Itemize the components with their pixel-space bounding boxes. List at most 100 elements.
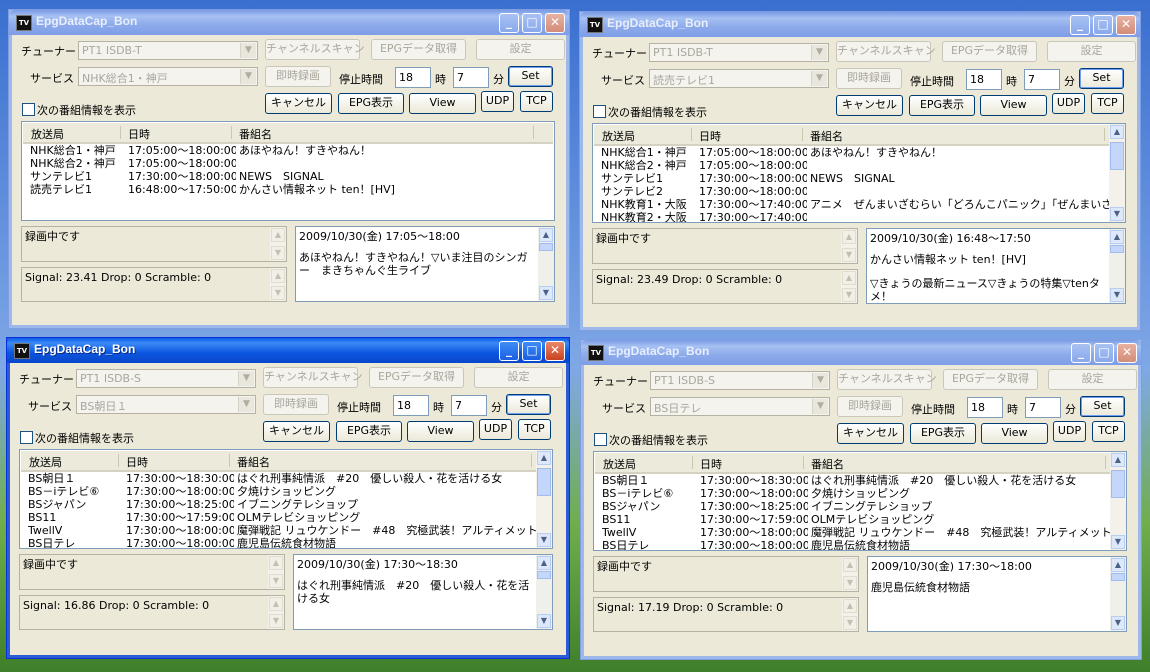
- udp-button[interactable]: UDP: [481, 91, 514, 112]
- epg-get-button[interactable]: EPGデータ取得: [371, 39, 466, 60]
- tcp-button[interactable]: TCP: [1092, 421, 1125, 442]
- col-program-header[interactable]: 番組名: [810, 128, 843, 144]
- column-divider[interactable]: [533, 126, 534, 139]
- cancel-button[interactable]: キャンセル: [265, 93, 332, 114]
- scroll-down-icon[interactable]: ▼: [269, 574, 283, 588]
- set-button[interactable]: Set: [506, 394, 551, 415]
- list-item[interactable]: BSジャパン 17:30:00～18:25:00 イブニングテレショップ: [24, 498, 548, 511]
- vertical-scrollbar[interactable]: ▲ ▼: [1110, 557, 1126, 631]
- scroll-thumb[interactable]: [537, 571, 551, 579]
- epg-get-button[interactable]: EPGデータ取得: [942, 41, 1037, 62]
- tuner-select[interactable]: PT1 ISDB-T ▼: [78, 41, 258, 60]
- epg-view-button[interactable]: EPG表示: [910, 423, 976, 444]
- col-program-header[interactable]: 番組名: [239, 126, 272, 142]
- settings-button[interactable]: 設定: [1048, 369, 1137, 390]
- scroll-down-icon[interactable]: ▼: [271, 286, 285, 300]
- scroll-thumb[interactable]: [1111, 573, 1125, 581]
- vertical-scrollbar[interactable]: ▲ ▼: [842, 557, 858, 591]
- vertical-scrollbar[interactable]: ▲ ▼: [268, 596, 284, 629]
- vertical-scrollbar[interactable]: ▲ ▼: [538, 227, 554, 301]
- udp-button[interactable]: UDP: [1053, 421, 1086, 442]
- minimize-icon[interactable]: _: [499, 341, 519, 361]
- column-divider[interactable]: [691, 128, 692, 141]
- list-item[interactable]: NHK教育2・大阪 17:30:00～17:40:00: [597, 211, 1121, 222]
- list-item[interactable]: NHK教育1・大阪 17:30:00～17:40:00 アニメ ぜんまいざむらい「ど…: [597, 198, 1121, 211]
- epg-get-button[interactable]: EPGデータ取得: [943, 369, 1038, 390]
- app-window-2[interactable]: TV EpgDataCap_Bon _ □ ✕ チューナー PT1 ISDB-T…: [579, 11, 1141, 331]
- app-icon[interactable]: TV: [587, 17, 603, 33]
- scroll-thumb[interactable]: [1110, 245, 1124, 253]
- close-icon[interactable]: ✕: [545, 341, 565, 361]
- col-station-header[interactable]: 放送局: [602, 128, 635, 144]
- column-divider[interactable]: [231, 126, 232, 139]
- list-item[interactable]: NHK総合1・神戸 17:05:00～18:00:00 あほやねん！すきやねん！: [597, 146, 1121, 159]
- scroll-up-icon[interactable]: ▲: [271, 269, 285, 283]
- list-item[interactable]: TwellV 17:30:00～18:00:00 魔弾戦記 リュウケンドー #48 …: [598, 526, 1122, 539]
- column-divider[interactable]: [1105, 456, 1106, 469]
- scroll-up-icon[interactable]: ▲: [1111, 453, 1125, 467]
- minimize-icon[interactable]: _: [1070, 15, 1090, 35]
- list-item[interactable]: サンテレビ2 17:30:00～18:00:00: [597, 185, 1121, 198]
- vertical-scrollbar[interactable]: ▲ ▼: [270, 227, 286, 261]
- set-button[interactable]: Set: [508, 66, 553, 87]
- program-info-box[interactable]: 2009/10/30(金) 16:48～17:50 かんさい情報ネット ten！…: [866, 228, 1126, 304]
- app-icon[interactable]: TV: [14, 343, 30, 359]
- scroll-down-icon[interactable]: ▼: [537, 533, 551, 547]
- title-bar[interactable]: TV EpgDataCap_Bon _ □ ✕: [9, 10, 569, 35]
- close-icon[interactable]: ✕: [1117, 343, 1137, 363]
- channel-scan-button[interactable]: チャンネルスキャン: [836, 41, 936, 62]
- list-item[interactable]: BS11 17:30:00～17:59:00 OLMテレビショッピング: [598, 513, 1122, 526]
- view-button[interactable]: View: [409, 93, 476, 114]
- program-list[interactable]: 放送局 日時 番組名 BS朝日１ 17:30:00～18:30:00 はぐれ刑事純情…: [593, 451, 1127, 551]
- stop-hour-input[interactable]: 18: [967, 397, 1003, 418]
- stop-hour-input[interactable]: 18: [966, 69, 1002, 90]
- tuner-select[interactable]: PT1 ISDB-S ▼: [650, 371, 830, 390]
- vertical-scrollbar[interactable]: ▲ ▼: [270, 268, 286, 301]
- close-icon[interactable]: ✕: [545, 13, 565, 33]
- settings-button[interactable]: 設定: [474, 367, 563, 388]
- channel-scan-button[interactable]: チャンネルスキャン: [837, 369, 937, 390]
- col-station-header[interactable]: 放送局: [31, 126, 64, 142]
- vertical-scrollbar[interactable]: ▲ ▼: [841, 270, 857, 303]
- app-window-3[interactable]: TV EpgDataCap_Bon _ □ ✕ チューナー PT1 ISDB-S…: [6, 337, 570, 659]
- scroll-down-icon[interactable]: ▼: [842, 288, 856, 302]
- minimize-icon[interactable]: _: [499, 13, 519, 33]
- stop-minute-input[interactable]: 7: [451, 395, 487, 416]
- epg-view-button[interactable]: EPG表示: [909, 95, 975, 116]
- tcp-button[interactable]: TCP: [518, 419, 551, 440]
- close-icon[interactable]: ✕: [1116, 15, 1136, 35]
- program-info-box[interactable]: 2009/10/30(金) 17:05～18:00 あほやねん！すきやねん！▽い…: [295, 226, 555, 302]
- title-bar[interactable]: TV EpgDataCap_Bon _ □ ✕: [581, 340, 1141, 365]
- scroll-up-icon[interactable]: ▲: [271, 228, 285, 242]
- vertical-scrollbar[interactable]: ▲ ▼: [841, 229, 857, 263]
- rec-now-button[interactable]: 即時録画: [265, 66, 331, 87]
- scroll-up-icon[interactable]: ▲: [537, 451, 551, 465]
- channel-scan-button[interactable]: チャンネルスキャン: [265, 39, 365, 60]
- stop-minute-input[interactable]: 7: [1025, 397, 1061, 418]
- scroll-up-icon[interactable]: ▲: [843, 599, 857, 613]
- epg-get-button[interactable]: EPGデータ取得: [369, 367, 464, 388]
- stop-minute-input[interactable]: 7: [453, 67, 489, 88]
- list-item[interactable]: BS11 17:30:00～17:59:00 OLMテレビショッピング: [24, 511, 548, 524]
- scroll-up-icon[interactable]: ▲: [539, 228, 553, 242]
- scroll-up-icon[interactable]: ▲: [842, 271, 856, 285]
- tcp-button[interactable]: TCP: [1091, 93, 1124, 114]
- service-select[interactable]: 読売テレビ1 ▼: [649, 69, 829, 88]
- scroll-down-icon[interactable]: ▼: [269, 614, 283, 628]
- next-program-checkbox[interactable]: [20, 431, 33, 444]
- scroll-down-icon[interactable]: ▼: [843, 576, 857, 590]
- next-program-checkbox[interactable]: [22, 103, 35, 116]
- scroll-thumb[interactable]: [537, 468, 551, 496]
- list-item[interactable]: BS朝日１ 17:30:00～18:30:00 はぐれ刑事純情派 #20 優しい殺人…: [598, 474, 1122, 487]
- tcp-button[interactable]: TCP: [520, 91, 553, 112]
- udp-button[interactable]: UDP: [1052, 93, 1085, 114]
- col-program-header[interactable]: 番組名: [811, 456, 844, 472]
- set-button[interactable]: Set: [1080, 396, 1125, 417]
- maximize-icon[interactable]: □: [1094, 343, 1114, 363]
- column-divider[interactable]: [803, 456, 804, 469]
- cancel-button[interactable]: キャンセル: [263, 421, 330, 442]
- program-info-box[interactable]: 2009/10/30(金) 17:30～18:30 はぐれ刑事純情派 #20 優…: [293, 554, 553, 630]
- title-bar[interactable]: TV EpgDataCap_Bon _ □ ✕: [580, 12, 1140, 37]
- column-divider[interactable]: [229, 454, 230, 467]
- app-icon[interactable]: TV: [16, 15, 32, 31]
